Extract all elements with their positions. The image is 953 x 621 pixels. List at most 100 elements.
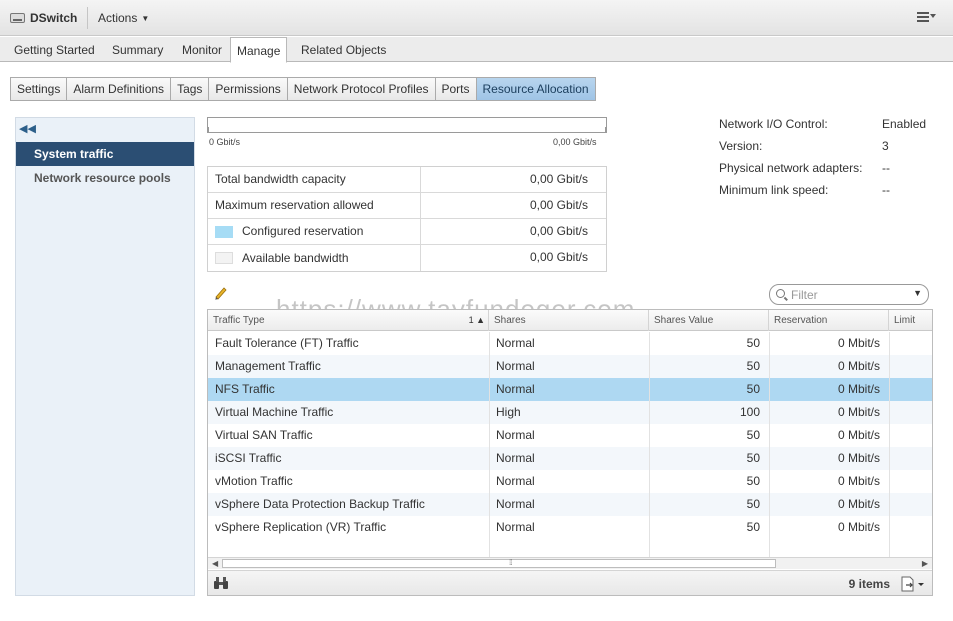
cell-shares: Normal <box>496 520 535 534</box>
cell-shares-value: 50 <box>746 428 760 442</box>
sidebar-item-network-resource-pools[interactable]: Network resource pools <box>16 166 194 190</box>
tab-getting-started[interactable]: Getting Started <box>14 43 95 57</box>
cell-shares-value: 100 <box>739 405 760 419</box>
cell-shares-value: 50 <box>746 451 760 465</box>
subtab-ports[interactable]: Ports <box>435 77 477 101</box>
bar-tick-right <box>605 127 606 132</box>
subtab-tags[interactable]: Tags <box>171 77 210 101</box>
table-row[interactable]: Virtual SAN Traffic Normal 50 0 Mbit/s <box>208 424 932 447</box>
column-header-traffic-type[interactable]: Traffic Type 1 ▲ <box>208 310 489 331</box>
binoculars-icon[interactable] <box>213 576 229 590</box>
bar-tick-left <box>208 127 209 132</box>
table-row[interactable]: vSphere Replication (VR) Traffic Normal 50… <box>208 516 932 539</box>
cell-reservation: 0 Mbit/s <box>837 382 880 396</box>
cell-shares-value: 50 <box>746 359 760 373</box>
bandwidth-bar <box>207 117 607 133</box>
cell-shares-value: 50 <box>746 336 760 350</box>
cell-traffic-type: Virtual Machine Traffic <box>215 405 334 419</box>
grid-footer: 9 items <box>208 570 932 595</box>
table-row[interactable]: Virtual Machine Traffic High 100 0 Mbit/s <box>208 401 932 424</box>
cell-traffic-type: vSphere Data Protection Backup Traffic <box>215 497 425 511</box>
main-tab-bar: Getting Started Summary Monitor Manage R… <box>0 37 953 63</box>
cell-reservation: 0 Mbit/s <box>837 520 880 534</box>
grid-header: Traffic Type 1 ▲ Shares Shares Value Res… <box>208 310 932 331</box>
capacity-row: Available bandwidth 0,00 Gbit/s <box>208 245 606 271</box>
table-row[interactable]: vSphere Data Protection Backup Traffic No… <box>208 493 932 516</box>
table-row[interactable]: Fault Tolerance (FT) Traffic Normal 50 0 Mb… <box>208 332 932 355</box>
capacity-table: Total bandwidth capacity 0,00 Gbit/s Max… <box>207 166 607 272</box>
distributed-switch-icon <box>10 13 25 23</box>
capacity-label-wrap: Configured reservation <box>208 219 421 244</box>
grid-body: Fault Tolerance (FT) Traffic Normal 50 0 Mb… <box>208 332 932 557</box>
scroll-left-icon[interactable]: ◀ <box>212 558 218 569</box>
column-header-shares-value[interactable]: Shares Value <box>649 310 769 331</box>
grip-icon: ⁞⁞ <box>509 558 513 567</box>
cell-reservation: 0 Mbit/s <box>837 451 880 465</box>
list-menu-icon[interactable] <box>915 10 939 26</box>
capacity-row: Total bandwidth capacity 0,00 Gbit/s <box>208 167 606 193</box>
actions-menu[interactable]: Actions ▼ <box>98 11 149 25</box>
header-label: Traffic Type <box>213 315 265 326</box>
cell-traffic-type: iSCSI Traffic <box>215 451 282 465</box>
chevron-down-icon[interactable]: ▼ <box>913 288 922 298</box>
cell-shares-value: 50 <box>746 474 760 488</box>
bar-min-label: 0 Gbit/s <box>209 137 241 147</box>
subtab-resource-allocation[interactable]: Resource Allocation <box>476 77 596 101</box>
capacity-value: 0,00 Gbit/s <box>529 224 588 238</box>
cell-reservation: 0 Mbit/s <box>837 405 880 419</box>
table-row[interactable]: iSCSI Traffic Normal 50 0 Mbit/s <box>208 447 932 470</box>
info-label: Version: <box>719 139 763 153</box>
info-value: -- <box>882 161 890 175</box>
resource-sidebar: ◀◀ System traffic Network resource pools <box>15 117 195 596</box>
chevron-down-icon: ▼ <box>141 14 150 23</box>
subtab-network-protocol-profiles[interactable]: Network Protocol Profiles <box>287 77 436 101</box>
horizontal-scrollbar[interactable]: ◀ ⁞⁞ ▶ <box>208 557 932 569</box>
title-bar: DSwitch Actions ▼ <box>0 0 953 36</box>
tab-monitor[interactable]: Monitor <box>182 43 222 57</box>
column-divider <box>649 332 650 557</box>
table-row[interactable]: NFS Traffic Normal 50 0 Mbit/s <box>208 378 932 401</box>
sidebar-item-system-traffic[interactable]: System traffic <box>16 142 194 166</box>
configured-reservation-swatch <box>215 225 233 238</box>
column-header-shares[interactable]: Shares <box>489 310 649 331</box>
cell-shares: High <box>496 405 521 419</box>
available-bandwidth-swatch <box>215 252 233 264</box>
column-header-limit[interactable]: Limit <box>889 310 932 331</box>
cell-shares: Normal <box>496 359 535 373</box>
item-count: 9 items <box>848 577 890 591</box>
filter-input[interactable] <box>791 287 911 302</box>
info-label: Network I/O Control: <box>719 117 828 131</box>
cell-shares: Normal <box>496 336 535 350</box>
scroll-right-icon[interactable]: ▶ <box>922 558 928 569</box>
capacity-value: 0,00 Gbit/s <box>529 198 588 212</box>
double-chevron-left-icon[interactable]: ◀◀ <box>19 122 36 135</box>
capacity-value: 0,00 Gbit/s <box>529 250 588 264</box>
capacity-label: Maximum reservation allowed <box>208 193 421 218</box>
table-row[interactable]: vMotion Traffic Normal 50 0 Mbit/s <box>208 470 932 493</box>
column-divider <box>889 332 890 557</box>
tab-related-objects[interactable]: Related Objects <box>301 43 386 57</box>
export-icon[interactable] <box>900 576 926 592</box>
column-divider <box>489 332 490 557</box>
scroll-thumb[interactable]: ⁞⁞ <box>222 558 776 568</box>
subtab-permissions[interactable]: Permissions <box>209 77 288 101</box>
info-row: Minimum link speed: -- <box>719 183 939 205</box>
traffic-grid: Traffic Type 1 ▲ Shares Shares Value Res… <box>207 309 933 596</box>
column-header-reservation[interactable]: Reservation <box>769 310 889 331</box>
cell-traffic-type: Management Traffic <box>215 359 321 373</box>
subtab-settings[interactable]: Settings <box>10 77 68 101</box>
filter-box[interactable]: ▼ <box>769 284 929 305</box>
column-divider <box>769 332 770 557</box>
sort-ascending-icon: 1 ▲ <box>468 315 485 325</box>
table-row[interactable]: Management Traffic Normal 50 0 Mbit/s <box>208 355 932 378</box>
cell-reservation: 0 Mbit/s <box>837 359 880 373</box>
capacity-label: Available bandwidth <box>242 250 349 265</box>
tab-summary[interactable]: Summary <box>112 43 163 57</box>
info-label: Physical network adapters: <box>719 161 863 175</box>
subtab-alarm-definitions[interactable]: Alarm Definitions <box>67 77 172 101</box>
tab-manage[interactable]: Manage <box>230 37 288 63</box>
cell-reservation: 0 Mbit/s <box>837 428 880 442</box>
edit-pencil-icon[interactable] <box>213 285 229 301</box>
cell-shares-value: 50 <box>746 520 760 534</box>
cell-shares: Normal <box>496 497 535 511</box>
